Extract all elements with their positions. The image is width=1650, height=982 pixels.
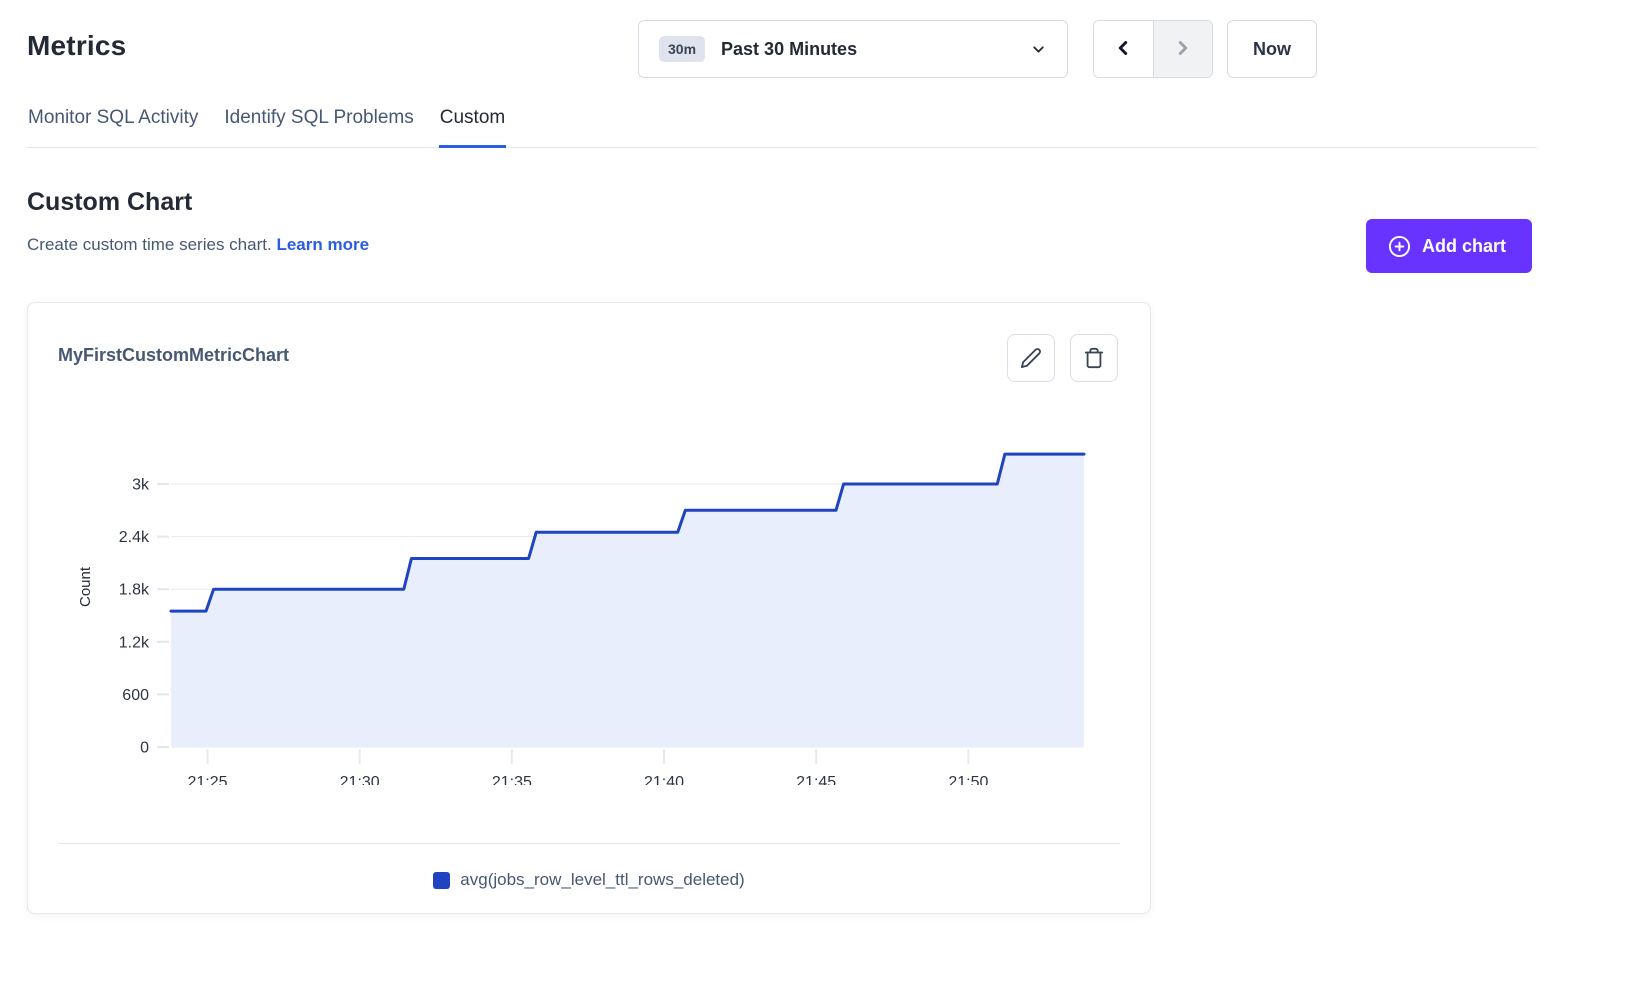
chevron-left-icon <box>1112 37 1134 62</box>
tab-identify-sql-problems[interactable]: Identify SQL Problems <box>223 107 414 148</box>
time-range-badge: 30m <box>659 36 705 62</box>
delete-chart-button[interactable] <box>1070 334 1118 382</box>
learn-more-link[interactable]: Learn more <box>276 235 369 254</box>
chart-card-header: MyFirstCustomMetricChart <box>28 303 1150 382</box>
chart-card-actions <box>1007 334 1118 382</box>
x-tick-label: 21:45 <box>796 774 836 785</box>
y-axis-label: Count <box>77 566 94 607</box>
y-tick-label: 2.4k <box>119 529 150 546</box>
top-bar: Metrics 30m Past 30 Minutes Now Mon <box>0 0 1650 148</box>
x-tick-label: 21:25 <box>187 774 227 785</box>
plus-circle-icon <box>1388 235 1411 258</box>
tab-monitor-sql-activity[interactable]: Monitor SQL Activity <box>27 107 199 148</box>
chart-svg: 0 600 1.2k 1.8k 2.4k 3k 21:25 21:30 21:35 21:40 21… <box>28 405 1152 785</box>
custom-chart-section: Custom Chart Create custom time series c… <box>0 188 1650 255</box>
y-tick-label: 3k <box>132 476 150 493</box>
edit-chart-button[interactable] <box>1007 334 1055 382</box>
time-range-label: Past 30 Minutes <box>721 39 857 60</box>
x-tick-label: 21:50 <box>948 774 988 785</box>
y-tick-label: 1.8k <box>119 582 150 599</box>
tab-bar: Monitor SQL Activity Identify SQL Proble… <box>27 107 506 148</box>
page-title: Metrics <box>27 30 126 62</box>
y-tick-label: 600 <box>122 687 149 704</box>
section-subtitle-text: Create custom time series chart. <box>27 235 272 254</box>
add-chart-label: Add chart <box>1422 236 1506 257</box>
custom-chart-plot: 0 600 1.2k 1.8k 2.4k 3k 21:25 21:30 21:35 21:40 21… <box>28 405 1152 785</box>
chart-legend: avg(jobs_row_level_ttl_rows_deleted) <box>28 870 1150 890</box>
y-tick-label: 1.2k <box>119 634 150 651</box>
tab-custom[interactable]: Custom <box>439 107 506 148</box>
chevron-down-icon <box>1030 41 1047 58</box>
trash-icon <box>1083 347 1105 369</box>
next-time-button[interactable] <box>1153 21 1212 77</box>
x-tick-label: 21:40 <box>644 774 684 785</box>
previous-time-button[interactable] <box>1094 21 1153 77</box>
section-title: Custom Chart <box>27 188 1532 217</box>
legend-swatch <box>433 872 450 889</box>
metrics-page: Metrics 30m Past 30 Minutes Now Mon <box>0 0 1650 982</box>
y-tick-label: 0 <box>140 740 149 757</box>
add-chart-button[interactable]: Add chart <box>1366 219 1532 273</box>
pencil-icon <box>1020 347 1042 369</box>
now-button[interactable]: Now <box>1227 20 1317 78</box>
x-tick-label: 21:30 <box>340 774 380 785</box>
legend-divider <box>58 843 1120 844</box>
series-area <box>171 454 1084 747</box>
legend-label: avg(jobs_row_level_ttl_rows_deleted) <box>460 870 744 890</box>
x-tick-label: 21:35 <box>492 774 532 785</box>
chevron-right-icon <box>1172 37 1194 62</box>
section-subtitle: Create custom time series chart. Learn m… <box>27 235 1532 255</box>
custom-metric-chart-card: MyFirstCustomMetricChart 0 600 1.2k 1.8k 2.4… <box>27 302 1151 914</box>
time-range-selector[interactable]: 30m Past 30 Minutes <box>638 20 1068 78</box>
time-step-button-group <box>1093 20 1213 78</box>
chart-title: MyFirstCustomMetricChart <box>58 345 289 366</box>
